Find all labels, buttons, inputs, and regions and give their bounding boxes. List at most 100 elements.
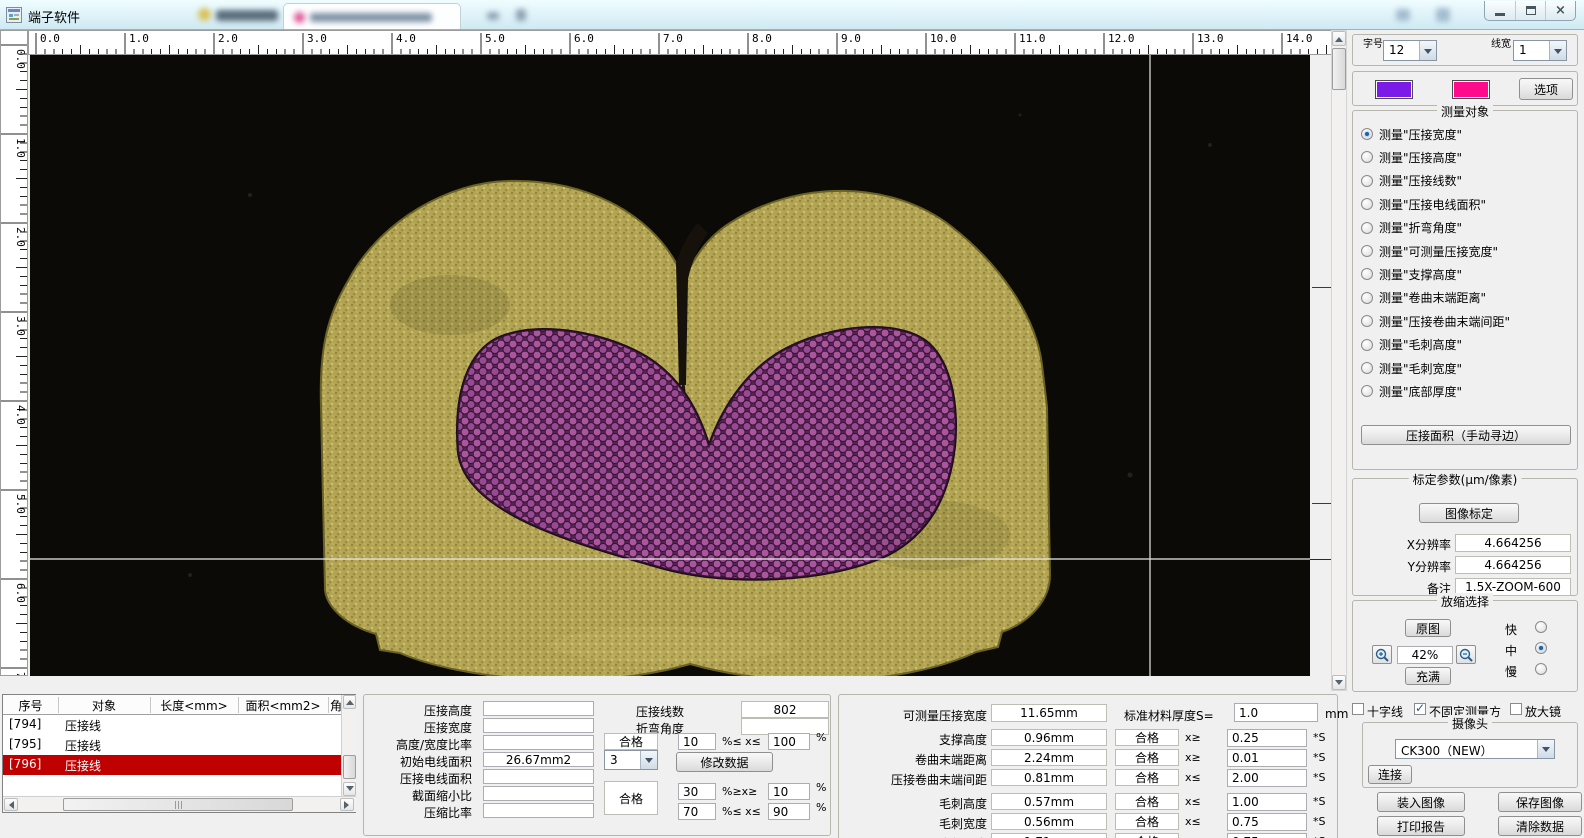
scroll-down-button[interactable] (1332, 675, 1346, 690)
radio-icon[interactable] (1361, 292, 1373, 304)
crosshair-checkbox[interactable] (1352, 703, 1364, 715)
radio-icon[interactable] (1361, 385, 1373, 397)
speed-radio-1[interactable] (1535, 621, 1547, 633)
canvas-vertical-scrollbar[interactable] (1331, 30, 1347, 691)
measure-option-2[interactable]: 测量"压接高度" (1361, 146, 1462, 168)
wire-count-dropdown[interactable]: 3 (604, 750, 658, 770)
result-status: 合格 (1115, 813, 1179, 830)
measure-option-label: 测量"卷曲末端距离" (1379, 289, 1486, 306)
crimp-field-value[interactable]: 26.67mm2 (483, 752, 594, 767)
dropdown-value: 1 (1514, 41, 1549, 60)
scroll-up-button[interactable] (1332, 31, 1346, 46)
zoom-percent-input[interactable]: 42% (1397, 646, 1453, 664)
result-limit-input[interactable]: 0.75 (1227, 813, 1307, 831)
radio-icon[interactable] (1361, 339, 1373, 351)
scroll-left-button[interactable] (4, 798, 18, 811)
maximize-button[interactable] (1515, 1, 1545, 20)
radio-icon[interactable] (1361, 245, 1373, 257)
fit-button[interactable]: 充满 (1405, 667, 1451, 685)
original-size-button[interactable]: 原图 (1405, 619, 1451, 637)
camera-device-dropdown[interactable]: CK300（NEW） (1395, 739, 1555, 759)
range-min-input[interactable]: 30 (678, 783, 716, 800)
measure-option-5[interactable]: 测量"折弯角度" (1361, 217, 1462, 239)
image-calibrate-button[interactable]: 图像标定 (1419, 503, 1519, 523)
measure-option-6[interactable]: 测量"可测量压接宽度" (1361, 240, 1498, 262)
zoom-in-button[interactable] (1372, 645, 1392, 664)
load-image-button[interactable]: 装入图像 (1377, 792, 1465, 812)
range-min-input[interactable]: 10 (678, 733, 716, 750)
zoom-out-button[interactable] (1456, 645, 1476, 664)
scroll-down-button[interactable] (343, 782, 356, 796)
material-thickness-input[interactable]: 1.0 (1234, 703, 1318, 722)
radio-icon[interactable] (1361, 175, 1373, 187)
measure-option-7[interactable]: 测量"支撑高度" (1361, 263, 1462, 285)
measure-option-10[interactable]: 测量"毛刺高度" (1361, 334, 1462, 356)
crimp-area-manual-button[interactable]: 压接面积（手动寻边） (1361, 425, 1571, 445)
radio-icon[interactable] (1361, 151, 1373, 163)
radio-icon[interactable] (1361, 315, 1373, 327)
scroll-thumb[interactable] (63, 798, 293, 811)
options-button[interactable]: 选项 (1519, 78, 1573, 100)
clear-data-button[interactable]: 清除数据 (1498, 816, 1582, 836)
radio-icon[interactable] (1361, 268, 1373, 280)
save-image-button[interactable]: 保存图像 (1498, 792, 1582, 812)
line-width-label: 线宽 (1491, 40, 1511, 50)
scroll-thumb[interactable] (1332, 48, 1346, 90)
measure-option-label: 测量"折弯角度" (1379, 219, 1462, 236)
unfixed-measure-checkbox[interactable] (1414, 703, 1426, 715)
result-status: 合格 (1115, 769, 1179, 786)
table-vertical-scrollbar[interactable] (341, 695, 356, 796)
print-report-button[interactable]: 打印报告 (1377, 816, 1465, 836)
scroll-up-button[interactable] (343, 695, 356, 709)
app-icon (6, 7, 22, 23)
result-limit-input[interactable]: 0.75 (1227, 833, 1307, 838)
crimp-field-label: 截面缩小比 (366, 787, 472, 804)
svg-text:7.0: 7.0 (663, 32, 683, 45)
radio-icon[interactable] (1361, 222, 1373, 234)
image-canvas[interactable] (30, 55, 1310, 676)
minimize-button[interactable] (1485, 1, 1515, 20)
table-row[interactable]: [796]压接线 (3, 755, 341, 775)
svg-text:4.0: 4.0 (14, 405, 27, 425)
wire-count-label: 压接线数 (624, 703, 684, 720)
measure-option-11[interactable]: 测量"毛刺宽度" (1361, 357, 1462, 379)
result-limit-input[interactable]: 2.00 (1227, 769, 1307, 787)
measure-option-1[interactable]: 测量"压接宽度" (1361, 123, 1462, 145)
table-horizontal-scrollbar[interactable] (3, 796, 356, 812)
magnifier-checkbox[interactable] (1510, 703, 1522, 715)
font-size-label: 字号 (1363, 40, 1383, 50)
radio-icon[interactable] (1361, 362, 1373, 374)
modify-data-button[interactable]: 修改数据 (676, 752, 773, 772)
measure-option-9[interactable]: 测量"压接卷曲末端间距" (1361, 310, 1510, 332)
font-size-dropdown[interactable]: 12 (1383, 40, 1437, 61)
line-width-dropdown[interactable]: 1 (1513, 40, 1567, 61)
range-max-input[interactable]: 100 (768, 733, 810, 750)
range-min-input[interactable]: 70 (678, 803, 716, 820)
table-row[interactable]: [795]压接线 (3, 735, 341, 755)
result-limit-input[interactable]: 0.25 (1227, 729, 1307, 747)
measure-option-4[interactable]: 测量"压接电线面积" (1361, 193, 1486, 215)
radio-icon[interactable] (1361, 198, 1373, 210)
measure-option-3[interactable]: 测量"压接线数" (1361, 170, 1462, 192)
table-row[interactable]: [794]压接线 (3, 715, 341, 735)
arrow-up-icon (346, 696, 354, 705)
speed-radio-3[interactable] (1535, 663, 1547, 675)
draw-color-swatch-1[interactable] (1375, 80, 1413, 99)
close-button[interactable]: × (1545, 1, 1575, 20)
speed-radio-2[interactable] (1535, 642, 1547, 654)
result-limit-input[interactable]: 1.00 (1227, 793, 1307, 811)
measure-option-label: 测量"毛刺宽度" (1379, 360, 1462, 377)
measure-option-label: 测量"压接高度" (1379, 149, 1462, 166)
result-limit-input[interactable]: 0.01 (1227, 749, 1307, 767)
connect-button[interactable]: 连接 (1368, 765, 1412, 784)
range-max-input[interactable]: 10 (768, 783, 810, 800)
draw-color-swatch-2[interactable] (1452, 80, 1490, 99)
scroll-right-button[interactable] (340, 798, 354, 811)
scroll-thumb[interactable] (343, 755, 356, 779)
radio-icon[interactable] (1361, 128, 1373, 140)
redacted-tab[interactable] (283, 3, 461, 29)
svg-text:10.0: 10.0 (930, 32, 957, 45)
measure-option-8[interactable]: 测量"卷曲末端距离" (1361, 287, 1486, 309)
range-max-input[interactable]: 90 (768, 803, 810, 820)
measure-option-12[interactable]: 测量"底部厚度" (1361, 380, 1462, 402)
